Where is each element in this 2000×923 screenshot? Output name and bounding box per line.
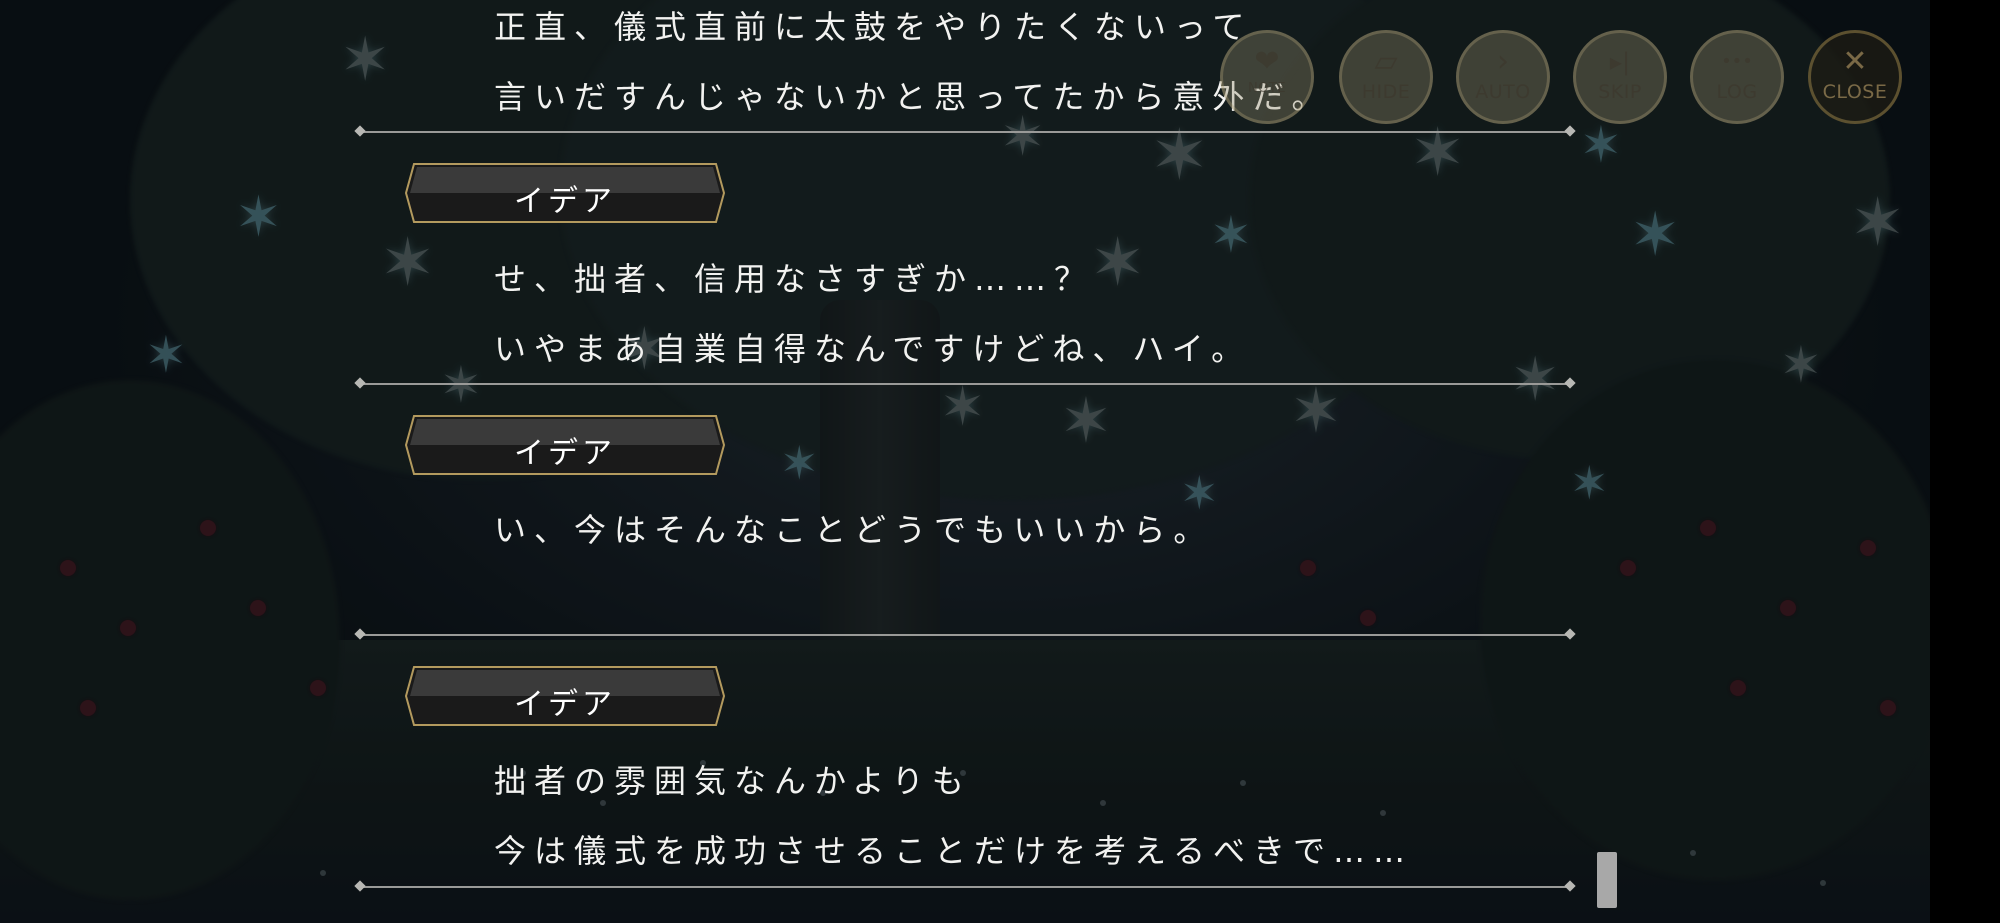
favorite-label: NOTE	[1247, 81, 1287, 96]
log-icon: •••	[1721, 51, 1753, 72]
log-line: い、今はそんなことどうでもいいから。	[494, 511, 1214, 549]
log-line: 正直、儀式直前に太鼓をやりたくないって	[494, 8, 1253, 46]
auto-button[interactable]: › AUTO	[1456, 30, 1550, 124]
close-label: CLOSE	[1822, 81, 1888, 103]
favorite-button[interactable]: ❤ NOTE	[1220, 30, 1314, 124]
speaker-nameplate: イデア	[404, 665, 726, 727]
speaker-name: イデア	[514, 687, 616, 722]
hide-icon: ▱	[1374, 44, 1398, 79]
speaker-name: イデア	[514, 436, 616, 471]
heart-icon: ❤	[1254, 44, 1280, 79]
speaker-nameplate: イデア	[404, 162, 726, 224]
speaker-nameplate: イデア	[404, 414, 726, 476]
close-button[interactable]: ✕ CLOSE	[1808, 30, 1902, 124]
log-line: 今は儀式を成功させることだけを考えるべきで……	[494, 832, 1414, 870]
auto-label: AUTO	[1475, 81, 1531, 103]
hide-label: HIDE	[1361, 81, 1411, 103]
log-label: LOG	[1716, 81, 1758, 103]
speaker-name: イデア	[514, 184, 616, 219]
hide-button[interactable]: ▱ HIDE	[1339, 30, 1433, 124]
log-separator	[360, 634, 1570, 636]
log-line: 拙者の雰囲気なんかよりも	[494, 762, 972, 800]
close-icon: ✕	[1842, 44, 1868, 79]
chevron-right-icon: ›	[1497, 44, 1509, 79]
story-log-screen: ✶ ✶ ✶ ✶ ✶ ✶ ✶ ✶ ✶ ✶ ✶ ✶ ✶ ✶ ✶ ✶ ✶ ✶ ✶ ✶ …	[0, 0, 2000, 923]
log-scrollbar-thumb[interactable]	[1597, 852, 1617, 908]
right-letterbox	[1930, 0, 2000, 923]
log-line: せ、拙者、信用なさすぎか……？	[494, 260, 1095, 298]
log-line: 言いだすんじゃないかと思ってたから意外だ。	[494, 78, 1332, 116]
skip-label: SKIP	[1598, 81, 1642, 103]
log-separator	[360, 131, 1570, 133]
skip-button[interactable]: ▸| SKIP	[1573, 30, 1667, 124]
log-separator	[360, 383, 1570, 385]
log-line: いやまあ自業自得なんですけどね、ハイ。	[494, 330, 1252, 368]
log-separator	[360, 886, 1570, 888]
log-button[interactable]: ••• LOG	[1690, 30, 1784, 124]
skip-icon: ▸|	[1609, 48, 1631, 76]
